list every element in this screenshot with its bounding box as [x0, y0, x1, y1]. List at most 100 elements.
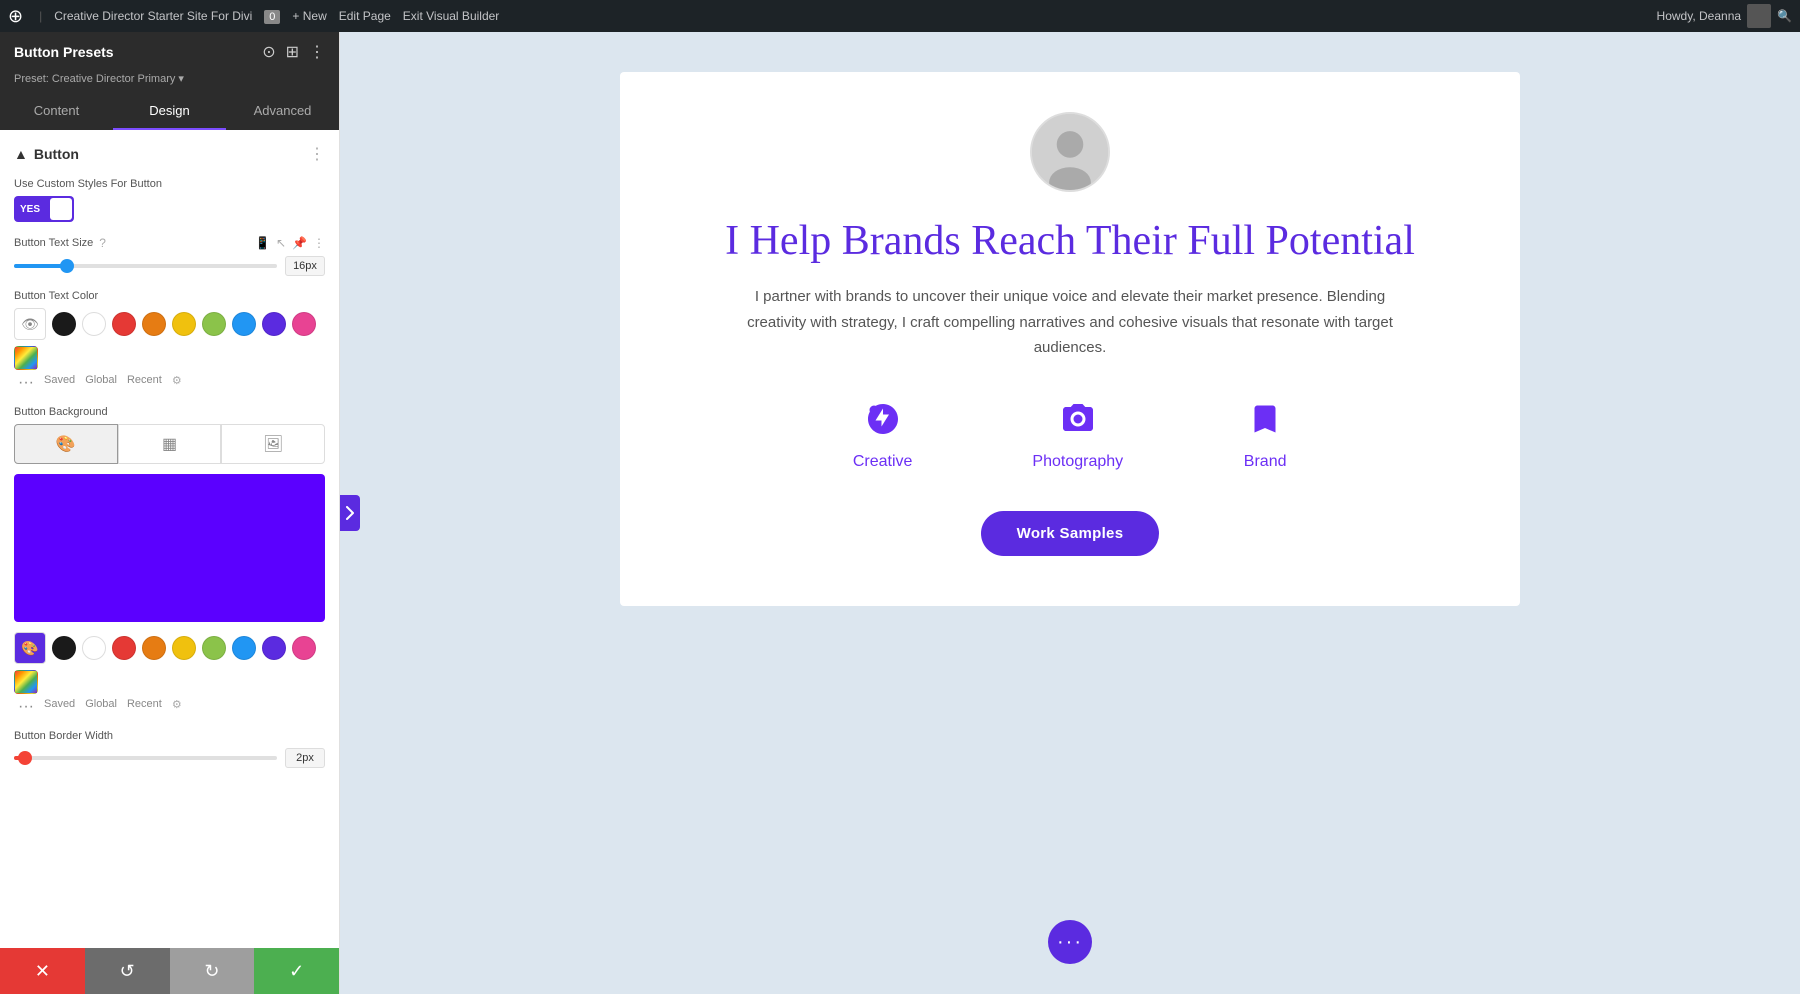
border-width-slider-thumb[interactable]: [18, 751, 32, 765]
wp-logo-icon[interactable]: ⊕: [8, 6, 23, 27]
bg-more-btn[interactable]: ···: [18, 698, 34, 716]
cta-button[interactable]: Work Samples: [981, 511, 1160, 556]
user-greeting: Howdy, Deanna 🔍: [1657, 4, 1792, 28]
hero-section: I Help Brands Reach Their Full Potential…: [620, 72, 1520, 606]
custom-styles-toggle-row: Use Custom Styles For Button YES: [14, 178, 325, 222]
cursor-icon[interactable]: ↖: [276, 236, 286, 250]
mobile-icon[interactable]: 📱: [255, 236, 270, 250]
floating-dots-button[interactable]: ···: [1048, 920, 1092, 964]
bg-color-green[interactable]: [202, 636, 226, 660]
new-content-btn[interactable]: + New: [292, 9, 326, 23]
color-black[interactable]: [52, 312, 76, 336]
panel-header-icons: ⊙ ⊞ ⋮: [262, 42, 325, 62]
border-width-slider-row: 2px: [14, 748, 325, 768]
color-pink-red[interactable]: [292, 312, 316, 336]
panel-menu-icon[interactable]: ⋮: [309, 42, 325, 62]
toggle-label: Use Custom Styles For Button: [14, 178, 325, 190]
pin-icon[interactable]: 📌: [292, 236, 307, 250]
bg-color-blue[interactable]: [232, 636, 256, 660]
search-icon-wp[interactable]: 🔍: [1777, 9, 1792, 23]
button-text-size-label: Button Text Size ? 📱 ↖ 📌 ⋮: [14, 236, 325, 250]
dots-icon[interactable]: ⋮: [313, 236, 325, 250]
panel-grid-icon[interactable]: ⊞: [286, 42, 299, 62]
hero-title: I Help Brands Reach Their Full Potential: [680, 216, 1460, 266]
color-blue[interactable]: [232, 312, 256, 336]
bg-color-purple[interactable]: [262, 636, 286, 660]
creative-icon: [861, 397, 905, 441]
bg-color-orange[interactable]: [142, 636, 166, 660]
bg-image-opt[interactable]: 🖼: [221, 424, 325, 464]
bg-color-meta: ··· Saved Global Recent ⚙: [14, 698, 325, 716]
global-label[interactable]: Global: [85, 374, 117, 392]
text-size-device-icons: 📱 ↖ 📌 ⋮: [255, 236, 325, 250]
section-collapse-chevron[interactable]: ▲: [14, 146, 28, 162]
button-section-header: ▲ Button ⋮: [14, 144, 325, 164]
section-header-actions: ⋮: [309, 144, 325, 164]
bottom-toolbar: ✕ ↺ ↻ ✓: [0, 948, 339, 994]
color-swatches-row: 👁: [14, 308, 325, 370]
color-settings-icon[interactable]: ⚙: [172, 374, 182, 392]
color-green[interactable]: [202, 312, 226, 336]
color-yellow[interactable]: [172, 312, 196, 336]
bg-color-black[interactable]: [52, 636, 76, 660]
page-content: I Help Brands Reach Their Full Potential…: [620, 72, 1520, 606]
close-button[interactable]: ✕: [0, 948, 85, 994]
color-red[interactable]: [112, 312, 136, 336]
button-text-color-label: Button Text Color: [14, 290, 325, 302]
toggle-knob: [50, 198, 72, 220]
color-purple[interactable]: [262, 312, 286, 336]
tab-advanced[interactable]: Advanced: [226, 93, 339, 130]
creative-label: Creative: [853, 453, 913, 471]
color-picker-eye[interactable]: 👁: [14, 308, 46, 340]
color-gradient[interactable]: [14, 346, 38, 370]
save-button[interactable]: ✓: [254, 948, 339, 994]
bg-color-opt[interactable]: 🎨: [14, 424, 118, 464]
text-size-slider-thumb[interactable]: [60, 259, 74, 273]
redo-button[interactable]: ↻: [170, 948, 255, 994]
panel-tabs: Content Design Advanced: [0, 93, 339, 130]
bg-color-yellow[interactable]: [172, 636, 196, 660]
exit-builder-btn[interactable]: Exit Visual Builder: [403, 9, 500, 23]
saved-label[interactable]: Saved: [44, 374, 75, 392]
help-icon[interactable]: ?: [99, 236, 106, 250]
color-more-btn[interactable]: ···: [18, 374, 34, 392]
panel-body: ▲ Button ⋮ Use Custom Styles For Button …: [0, 130, 339, 948]
settings-panel: Button Presets ⊙ ⊞ ⋮ Preset: Creative Di…: [0, 32, 340, 994]
text-size-value[interactable]: 16px: [285, 256, 325, 276]
color-meta-row: ··· Saved Global Recent ⚙: [14, 374, 325, 392]
site-name-link[interactable]: Creative Director Starter Site For Divi: [54, 9, 252, 23]
border-width-value[interactable]: 2px: [285, 748, 325, 768]
photography-icon-item: Photography: [1032, 397, 1123, 471]
wp-admin-bar: ⊕ | Creative Director Starter Site For D…: [0, 0, 1800, 32]
section-menu-icon[interactable]: ⋮: [309, 144, 325, 164]
bg-color-pink[interactable]: [292, 636, 316, 660]
bg-saved-label[interactable]: Saved: [44, 698, 75, 716]
bg-color-preview[interactable]: [14, 474, 325, 622]
panel-focus-icon[interactable]: ⊙: [262, 42, 275, 62]
tab-design[interactable]: Design: [113, 93, 226, 130]
color-orange[interactable]: [142, 312, 166, 336]
canvas-area: I Help Brands Reach Their Full Potential…: [340, 32, 1800, 994]
undo-button[interactable]: ↺: [85, 948, 170, 994]
edit-page-link[interactable]: Edit Page: [339, 9, 391, 23]
recent-label[interactable]: Recent: [127, 374, 162, 392]
bg-color-red[interactable]: [112, 636, 136, 660]
panel-preset-label[interactable]: Preset: Creative Director Primary ▾: [0, 72, 339, 93]
panel-toggle-tab[interactable]: [340, 495, 360, 531]
hero-subtitle: I partner with brands to uncover their u…: [730, 284, 1410, 361]
text-size-slider-track: [14, 264, 277, 268]
color-white[interactable]: [82, 312, 106, 336]
bg-color-picker-eye[interactable]: 🎨: [14, 632, 46, 664]
bg-recent-label[interactable]: Recent: [127, 698, 162, 716]
bg-gradient-swatch[interactable]: [14, 670, 38, 694]
bg-color-white[interactable]: [82, 636, 106, 660]
panel-title: Button Presets: [14, 44, 114, 60]
bg-settings-icon[interactable]: ⚙: [172, 698, 182, 716]
bg-global-label[interactable]: Global: [85, 698, 117, 716]
tab-content[interactable]: Content: [0, 93, 113, 130]
custom-styles-toggle[interactable]: YES: [14, 196, 74, 222]
bg-type-options: 🎨 ▦ 🖼: [14, 424, 325, 464]
bg-gradient-opt[interactable]: ▦: [118, 424, 222, 464]
comment-count-badge[interactable]: 0: [264, 9, 280, 23]
panel-header: Button Presets ⊙ ⊞ ⋮: [0, 32, 339, 72]
